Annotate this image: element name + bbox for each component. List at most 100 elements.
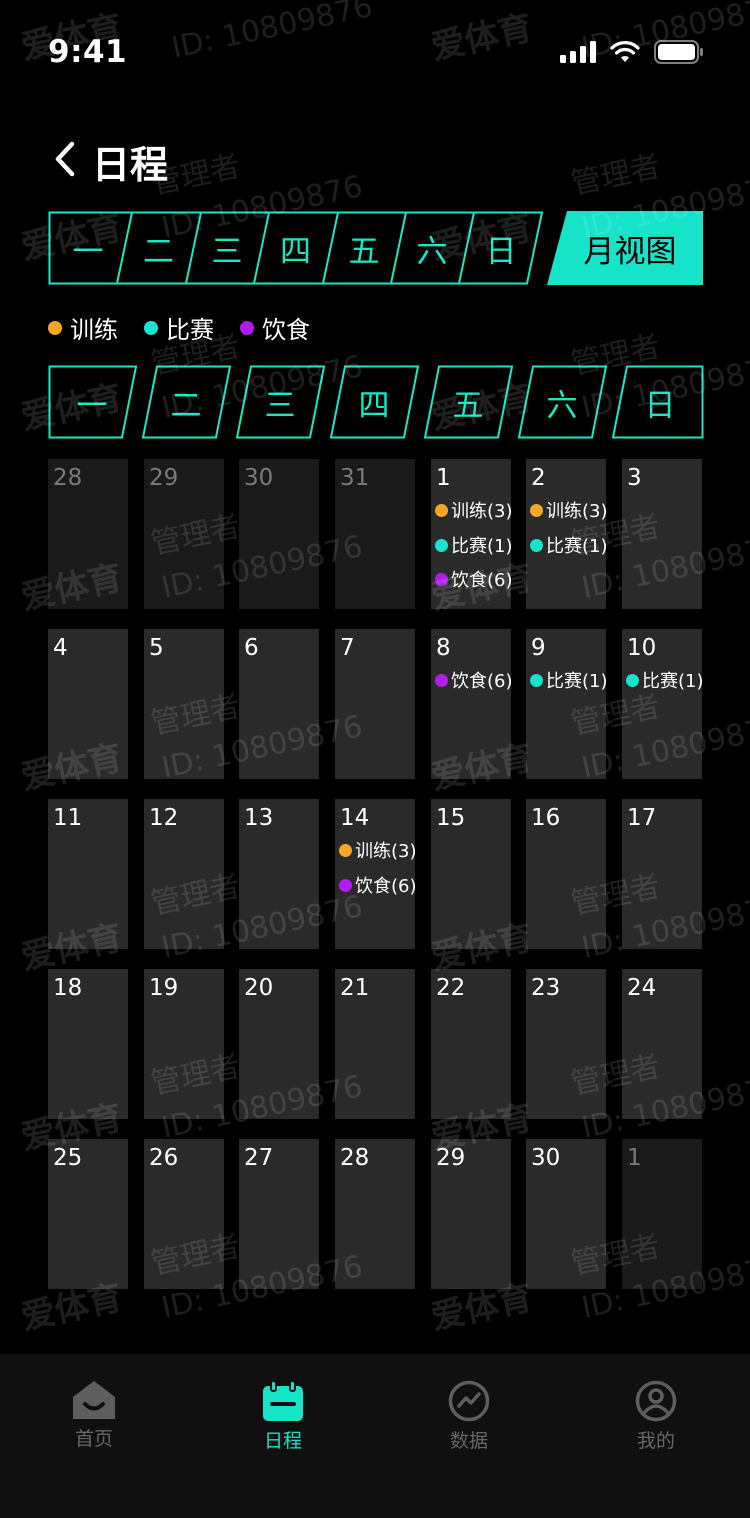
calendar-day[interactable]: 29	[144, 459, 224, 609]
day-number: 5	[149, 635, 164, 661]
event-dot-icon	[435, 572, 448, 586]
week-day-tue[interactable]: 二	[124, 211, 193, 285]
event-label: 比赛(1)	[546, 536, 608, 557]
event-badge[interactable]: 训练(3)	[339, 837, 417, 863]
calendar-day[interactable]: 13	[239, 799, 319, 949]
day-number: 30	[244, 465, 274, 491]
week-day-fri[interactable]: 五	[330, 211, 398, 285]
day-number: 27	[244, 1145, 274, 1171]
legend-item-match: 比赛	[144, 310, 214, 345]
calendar-day[interactable]: 15	[431, 799, 511, 949]
day-number: 31	[340, 465, 370, 491]
status-icons	[560, 40, 704, 64]
calendar-icon	[263, 1380, 303, 1421]
calendar-day[interactable]: 19	[144, 969, 224, 1119]
day-number: 28	[53, 465, 83, 491]
calendar-day[interactable]: 1 训练(3) 比赛(1) 饮食(6)	[431, 459, 513, 609]
calendar-day[interactable]: 18	[48, 969, 128, 1119]
calendar-day[interactable]: 28	[335, 1139, 415, 1289]
month-view-button[interactable]: 月视图	[547, 211, 703, 285]
calendar-day[interactable]: 5	[144, 629, 224, 779]
event-label: 训练(3)	[355, 841, 417, 862]
event-badge[interactable]: 比赛(1)	[530, 667, 608, 693]
calendar-day[interactable]: 27	[239, 1139, 319, 1289]
event-label: 比赛(1)	[451, 536, 513, 557]
calendar-day[interactable]: 26	[144, 1139, 224, 1289]
calendar-day[interactable]: 16	[526, 799, 606, 949]
week-day-wed[interactable]: 三	[193, 211, 261, 285]
calendar-day[interactable]: 4	[48, 629, 128, 779]
calendar-day[interactable]: 3	[622, 459, 702, 609]
calendar-day[interactable]: 30	[239, 459, 319, 609]
event-badge[interactable]: 比赛(1)	[626, 667, 704, 693]
week-strip: 一 二 三 四 五 六 日	[48, 211, 544, 285]
calendar-day[interactable]: 29	[431, 1139, 511, 1289]
calendar-day[interactable]: 28	[48, 459, 128, 609]
event-label: 饮食(6)	[355, 876, 417, 897]
calendar-day[interactable]: 1	[622, 1139, 702, 1289]
calendar-day[interactable]: 7	[335, 629, 415, 779]
weekday-header-row: 一 二 三 四 五 六 日	[48, 365, 704, 439]
tab-label: 我的	[636, 1430, 675, 1452]
calendar-day[interactable]: 25	[48, 1139, 128, 1289]
weekday-header-fri: 五	[452, 387, 484, 424]
day-number: 1	[436, 465, 451, 491]
calendar-day[interactable]: 21	[335, 969, 415, 1119]
legend-label: 训练	[70, 316, 118, 344]
event-dot-icon	[435, 503, 448, 517]
event-badge[interactable]: 比赛(1)	[530, 532, 608, 558]
calendar-day[interactable]: 14 训练(3) 饮食(6)	[335, 799, 417, 949]
calendar-day[interactable]: 30	[526, 1139, 606, 1289]
day-number: 19	[149, 975, 179, 1001]
day-number: 28	[340, 1145, 370, 1171]
week-day-sun[interactable]: 日	[466, 211, 536, 285]
weekday-header-sun: 日	[644, 387, 676, 424]
event-badge[interactable]: 饮食(6)	[435, 566, 513, 592]
tab-schedule[interactable]: 日程	[223, 1380, 343, 1460]
calendar-day[interactable]: 12	[144, 799, 224, 949]
event-label: 比赛(1)	[642, 671, 704, 692]
week-day-sat[interactable]: 六	[398, 211, 466, 285]
event-dot-icon	[530, 503, 543, 517]
event-badge[interactable]: 训练(3)	[435, 497, 513, 523]
status-bar: 9:41	[0, 0, 750, 88]
chart-icon	[448, 1380, 490, 1422]
event-badge[interactable]: 训练(3)	[530, 497, 608, 523]
calendar-day[interactable]: 23	[526, 969, 606, 1119]
battery-icon	[654, 40, 703, 64]
calendar-day[interactable]: 17	[622, 799, 702, 949]
event-label: 比赛(1)	[546, 671, 608, 692]
day-number: 6	[244, 635, 259, 661]
day-number: 9	[531, 635, 546, 661]
legend-label: 饮食	[262, 316, 310, 344]
day-number: 22	[436, 975, 466, 1001]
event-label: 饮食(6)	[451, 671, 513, 692]
event-badge[interactable]: 饮食(6)	[339, 872, 417, 898]
calendar-day[interactable]: 31	[335, 459, 415, 609]
week-day-thu[interactable]: 四	[261, 211, 330, 285]
weekday-header-tue: 二	[170, 387, 202, 424]
calendar-day[interactable]: 6	[239, 629, 319, 779]
calendar-day[interactable]: 2 训练(3) 比赛(1)	[526, 459, 608, 609]
day-number: 13	[244, 805, 274, 831]
calendar-day[interactable]: 10 比赛(1)	[622, 629, 704, 779]
page-title: 日程	[92, 143, 169, 187]
legend-item-training: 训练	[48, 310, 118, 345]
event-dot-icon	[339, 843, 352, 857]
event-dot-icon	[435, 538, 448, 552]
calendar-day[interactable]: 20	[239, 969, 319, 1119]
calendar-day[interactable]: 24	[622, 969, 702, 1119]
back-arrow-icon[interactable]	[50, 140, 80, 178]
tab-data[interactable]: 数据	[409, 1380, 529, 1460]
calendar-day[interactable]: 11	[48, 799, 128, 949]
event-badge[interactable]: 比赛(1)	[435, 532, 513, 558]
event-badge[interactable]: 饮食(6)	[435, 667, 513, 693]
status-time: 9:41	[48, 34, 128, 70]
week-day-mon[interactable]: 一	[52, 211, 124, 285]
calendar-day[interactable]: 22	[431, 969, 511, 1119]
calendar-day[interactable]: 8 饮食(6)	[431, 629, 513, 779]
tab-profile[interactable]: 我的	[596, 1380, 716, 1460]
calendar-day[interactable]: 9 比赛(1)	[526, 629, 608, 779]
tab-home[interactable]: 首页	[34, 1380, 154, 1460]
day-number: 14	[340, 805, 370, 831]
